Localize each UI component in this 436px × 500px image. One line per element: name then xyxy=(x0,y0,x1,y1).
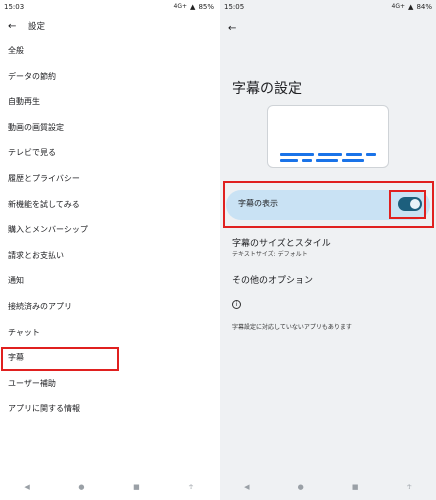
menu-item-purchases[interactable]: 購入とメンバーシップ xyxy=(0,217,218,243)
nav-recents-icon[interactable]: ■ xyxy=(133,483,140,491)
menu-item-about[interactable]: アプリに関する情報 xyxy=(0,396,218,422)
highlight-box xyxy=(389,190,426,219)
status-time: 15:03 xyxy=(4,3,25,11)
status-bar: 15:03 4G+ ▲ 85% xyxy=(0,0,218,14)
menu-item-watch-on-tv[interactable]: テレビで見る xyxy=(0,140,218,166)
menu-item-notifications[interactable]: 通知 xyxy=(0,268,218,294)
back-arrow-icon[interactable]: ← xyxy=(228,23,236,34)
menu-item-general[interactable]: 全般 xyxy=(0,38,218,64)
nav-home-icon[interactable]: ● xyxy=(298,483,304,491)
caption-line xyxy=(280,153,314,156)
menu-item-chat[interactable]: チャット xyxy=(0,320,218,346)
nav-back-icon[interactable]: ◀ xyxy=(244,483,249,491)
nav-home-icon[interactable]: ● xyxy=(78,483,84,491)
network-label: 4G+ xyxy=(391,3,406,10)
signal-icon: ▲ xyxy=(408,3,414,11)
app-bar: ← 設定 xyxy=(0,14,218,38)
caption-line xyxy=(316,159,338,162)
system-nav-bar: ◀ ● ■ ☥ xyxy=(0,474,218,500)
caption-line xyxy=(318,153,342,156)
caption-settings-screen: 15:05 4G+ ▲ 84% ← 字幕の設定 字幕の表示 字幕のサイズとスタイ… xyxy=(220,0,436,500)
caption-line xyxy=(366,153,376,156)
battery-level: 85% xyxy=(198,3,214,11)
page-title: 設定 xyxy=(28,22,46,32)
accessibility-icon[interactable]: ☥ xyxy=(188,483,193,491)
nav-recents-icon[interactable]: ■ xyxy=(352,483,359,491)
nav-back-icon[interactable]: ◀ xyxy=(24,483,29,491)
caption-line xyxy=(280,159,298,162)
status-bar: 15:05 4G+ ▲ 84% xyxy=(220,0,436,14)
accessibility-icon[interactable]: ☥ xyxy=(407,483,412,491)
menu-item-accessibility[interactable]: ユーザー補助 xyxy=(0,371,218,397)
caption-preview xyxy=(267,105,389,168)
menu-item-connected-apps[interactable]: 接続済みのアプリ xyxy=(0,294,218,320)
caption-note: 字幕設定に対応していないアプリもあります xyxy=(232,324,352,331)
system-nav-bar: ◀ ● ■ ☥ xyxy=(220,474,436,500)
app-bar: ← xyxy=(220,14,436,42)
menu-item-video-quality[interactable]: 動画の画質設定 xyxy=(0,115,218,141)
caption-size-style-subtitle: テキストサイズ: デフォルト xyxy=(232,251,308,258)
menu-item-billing[interactable]: 請求とお支払い xyxy=(0,243,218,269)
menu-item-history-privacy[interactable]: 履歴とプライバシー xyxy=(0,166,218,192)
menu-item-autoplay[interactable]: 自動再生 xyxy=(0,89,218,115)
back-arrow-icon[interactable]: ← xyxy=(8,21,28,32)
caption-line xyxy=(302,159,312,162)
caption-line xyxy=(346,153,362,156)
settings-menu: 全般 データの節約 自動再生 動画の画質設定 テレビで見る 履歴とプライバシー … xyxy=(0,38,218,422)
other-options-item[interactable]: その他のオプション xyxy=(232,273,313,286)
menu-item-captions[interactable]: 字幕 xyxy=(0,345,218,372)
menu-item-data-saving[interactable]: データの節約 xyxy=(0,64,218,90)
page-title: 字幕の設定 xyxy=(232,81,302,97)
highlight-box xyxy=(1,347,119,372)
signal-icon: ▲ xyxy=(190,3,196,11)
network-label: 4G+ xyxy=(173,3,188,10)
info-icon: i xyxy=(232,300,241,309)
status-time: 15:05 xyxy=(224,3,245,11)
settings-screen: 15:03 4G+ ▲ 85% ← 設定 全般 データの節約 自動再生 動画の画… xyxy=(0,0,218,500)
caption-size-style-item[interactable]: 字幕のサイズとスタイル xyxy=(232,236,331,249)
caption-line xyxy=(342,159,364,162)
menu-item-try-new-features[interactable]: 新機能を試してみる xyxy=(0,192,218,218)
battery-level: 84% xyxy=(416,3,432,11)
